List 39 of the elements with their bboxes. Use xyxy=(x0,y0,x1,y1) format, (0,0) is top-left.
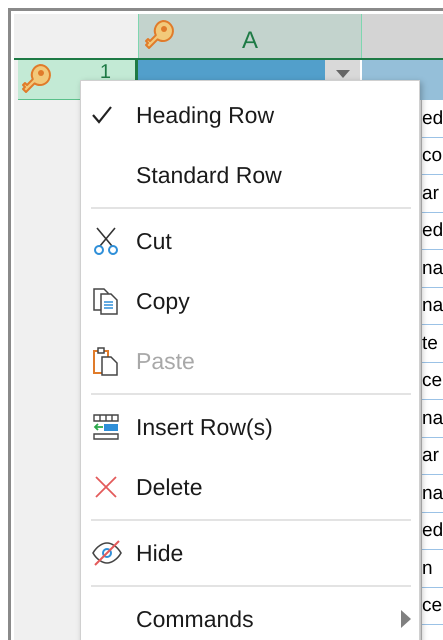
menu-item-label: Copy xyxy=(136,286,191,316)
table-cell: na xyxy=(422,250,443,288)
table-cell: co xyxy=(422,138,443,175)
menu-item[interactable]: Insert Row(s) xyxy=(91,397,411,457)
menu-item[interactable]: Standard Row xyxy=(91,145,411,205)
table-cell: ed xyxy=(422,100,443,138)
column-label: A xyxy=(242,26,258,56)
table-cell: n xyxy=(422,550,443,588)
table-cell: ce xyxy=(422,362,443,400)
row-number: 1 xyxy=(100,62,111,82)
table-cell: ar xyxy=(422,438,443,475)
menu-item[interactable]: Commands xyxy=(91,589,411,640)
menu-item-label: Standard Row xyxy=(136,160,283,190)
menu-item-label: Paste xyxy=(136,346,196,376)
table-cell: ed xyxy=(422,512,443,550)
caret-icon xyxy=(336,70,350,78)
menu-item-label: Commands xyxy=(136,604,255,634)
menu-item-label: Cut xyxy=(136,226,173,256)
scissors-icon xyxy=(91,226,121,256)
table-cell: te xyxy=(422,325,443,362)
table-cell: na xyxy=(422,400,443,438)
menu-item[interactable]: Copy xyxy=(91,271,411,331)
column-header[interactable] xyxy=(362,14,443,58)
menu-item[interactable]: Hide xyxy=(91,523,411,583)
hidden-eye-icon xyxy=(91,538,123,568)
table-cell: ce xyxy=(422,588,443,625)
menu-item[interactable]: Delete xyxy=(91,457,411,517)
table-cell: ed xyxy=(422,212,443,250)
table-cell: ar xyxy=(422,175,443,212)
paste-icon xyxy=(91,346,121,376)
menu-item-label: Insert Row(s) xyxy=(136,412,274,442)
insert-rows-icon xyxy=(91,412,121,442)
menu-item[interactable]: Cut xyxy=(91,211,411,271)
menu-item-label: Heading Row xyxy=(136,100,276,130)
menu-item-label: Delete xyxy=(136,472,204,502)
table-cell: na xyxy=(422,475,443,512)
menu-item-label: Hide xyxy=(136,538,184,568)
table-cell: na xyxy=(422,288,443,325)
copy-icon xyxy=(91,286,121,316)
